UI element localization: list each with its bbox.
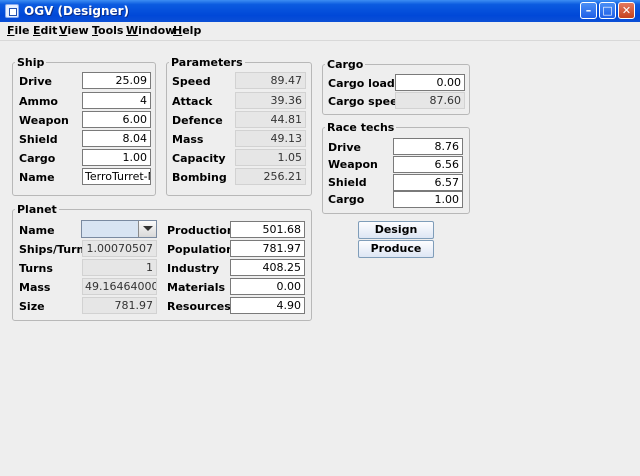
cargo-legend: Cargo — [327, 58, 364, 71]
param-bombing-label: Bombing — [172, 171, 227, 184]
menu-file-label: ile — [14, 24, 30, 37]
produce-button[interactable]: Produce — [358, 240, 434, 258]
race-shield-input[interactable]: 6.57 — [393, 174, 463, 191]
param-speed-label: Speed — [172, 75, 211, 88]
chevron-down-icon[interactable] — [138, 221, 156, 237]
planet-name-combo[interactable] — [81, 220, 157, 238]
ship-ammo-label: Ammo — [19, 95, 58, 108]
ship-ammo-input[interactable]: 4 — [82, 92, 151, 109]
resources-label: Resources — [167, 300, 231, 313]
planet-mass-value: 49.16464000 — [82, 278, 157, 295]
menu-window-mnemonic: W — [126, 24, 139, 37]
param-speed-value: 89.47 — [235, 72, 306, 89]
race-weapon-label: Weapon — [328, 158, 378, 171]
param-mass-value: 49.13 — [235, 130, 306, 147]
menu-tools[interactable]: Tools — [92, 24, 123, 37]
turns-value: 1 — [82, 259, 157, 276]
param-mass-label: Mass — [172, 133, 204, 146]
materials-input[interactable]: 0.00 — [230, 278, 305, 295]
planet-legend: Planet — [17, 203, 57, 216]
race-cargo-input[interactable]: 1.00 — [393, 191, 463, 208]
industry-input[interactable]: 408.25 — [230, 259, 305, 276]
planet-size-value: 781.97 — [82, 297, 157, 314]
window-title: OGV (Designer) — [24, 4, 130, 18]
param-capacity-value: 1.05 — [235, 149, 306, 166]
menu-view[interactable]: View — [59, 24, 89, 37]
race-drive-input[interactable]: 8.76 — [393, 138, 463, 155]
ship-weapon-label: Weapon — [19, 114, 69, 127]
menu-file-mnemonic: F — [7, 24, 15, 37]
turns-label: Turns — [19, 262, 53, 275]
close-button[interactable]: ✕ — [618, 2, 635, 19]
materials-label: Materials — [167, 281, 226, 294]
menu-help-label: elp — [182, 24, 202, 37]
ship-legend: Ship — [17, 56, 45, 69]
planet-name-label: Name — [19, 224, 55, 237]
ships-per-turn-value: 1.00070507 — [82, 240, 157, 257]
cargo-speed-value: 87.60 — [395, 92, 465, 109]
menu-help-mnemonic: H — [173, 24, 183, 37]
cargo-speed-label: Cargo speed — [328, 95, 406, 108]
menu-window[interactable]: Window — [126, 24, 175, 37]
param-attack-value: 39.36 — [235, 92, 306, 109]
cargo-load-input[interactable]: 0.00 — [395, 74, 465, 91]
menu-view-label: iew — [67, 24, 89, 37]
ship-name-input[interactable]: TerroTurret-N14 — [82, 168, 151, 185]
ship-weapon-input[interactable]: 6.00 — [82, 111, 151, 128]
designer-window: OGV (Designer) – □ ✕ File Edit View Tool… — [0, 0, 640, 476]
industry-label: Industry — [167, 262, 220, 275]
cargo-load-label: Cargo load — [328, 77, 395, 90]
race-cargo-label: Cargo — [328, 193, 365, 206]
ship-name-label: Name — [19, 171, 55, 184]
ship-drive-input[interactable]: 25.09 — [82, 72, 151, 89]
param-capacity-label: Capacity — [172, 152, 226, 165]
population-label: Population — [167, 243, 234, 256]
param-defence-label: Defence — [172, 114, 223, 127]
ship-shield-input[interactable]: 8.04 — [82, 130, 151, 147]
parameters-legend: Parameters — [171, 56, 243, 69]
menu-help[interactable]: Help — [173, 24, 201, 37]
menu-tools-label: ools — [98, 24, 124, 37]
ships-per-turn-label: Ships/Turn — [19, 243, 85, 256]
ship-cargo-label: Cargo — [19, 152, 56, 165]
ship-shield-label: Shield — [19, 133, 58, 146]
race-techs-legend: Race techs — [327, 121, 395, 134]
planet-mass-label: Mass — [19, 281, 51, 294]
menu-bar: File Edit View Tools Window Help — [0, 22, 640, 41]
menu-window-label: indow — [138, 24, 176, 37]
app-icon — [5, 4, 19, 18]
minimize-button[interactable]: – — [580, 2, 597, 19]
param-bombing-value: 256.21 — [235, 168, 306, 185]
ship-cargo-input[interactable]: 1.00 — [82, 149, 151, 166]
production-input[interactable]: 501.68 — [230, 221, 305, 238]
menu-edit-label: dit — [40, 24, 58, 37]
resources-input[interactable]: 4.90 — [230, 297, 305, 314]
menu-edit-mnemonic: E — [33, 24, 41, 37]
ship-drive-label: Drive — [19, 75, 52, 88]
race-weapon-input[interactable]: 6.56 — [393, 156, 463, 173]
param-attack-label: Attack — [172, 95, 213, 108]
production-label: Production — [167, 224, 235, 237]
planet-size-label: Size — [19, 300, 45, 313]
maximize-button[interactable]: □ — [599, 2, 616, 19]
menu-file[interactable]: File — [7, 24, 30, 37]
race-drive-label: Drive — [328, 141, 361, 154]
title-bar[interactable]: OGV (Designer) – □ ✕ — [0, 0, 640, 22]
population-input[interactable]: 781.97 — [230, 240, 305, 257]
param-defence-value: 44.81 — [235, 111, 306, 128]
design-button[interactable]: Design — [358, 221, 434, 239]
race-shield-label: Shield — [328, 176, 367, 189]
menu-edit[interactable]: Edit — [33, 24, 57, 37]
